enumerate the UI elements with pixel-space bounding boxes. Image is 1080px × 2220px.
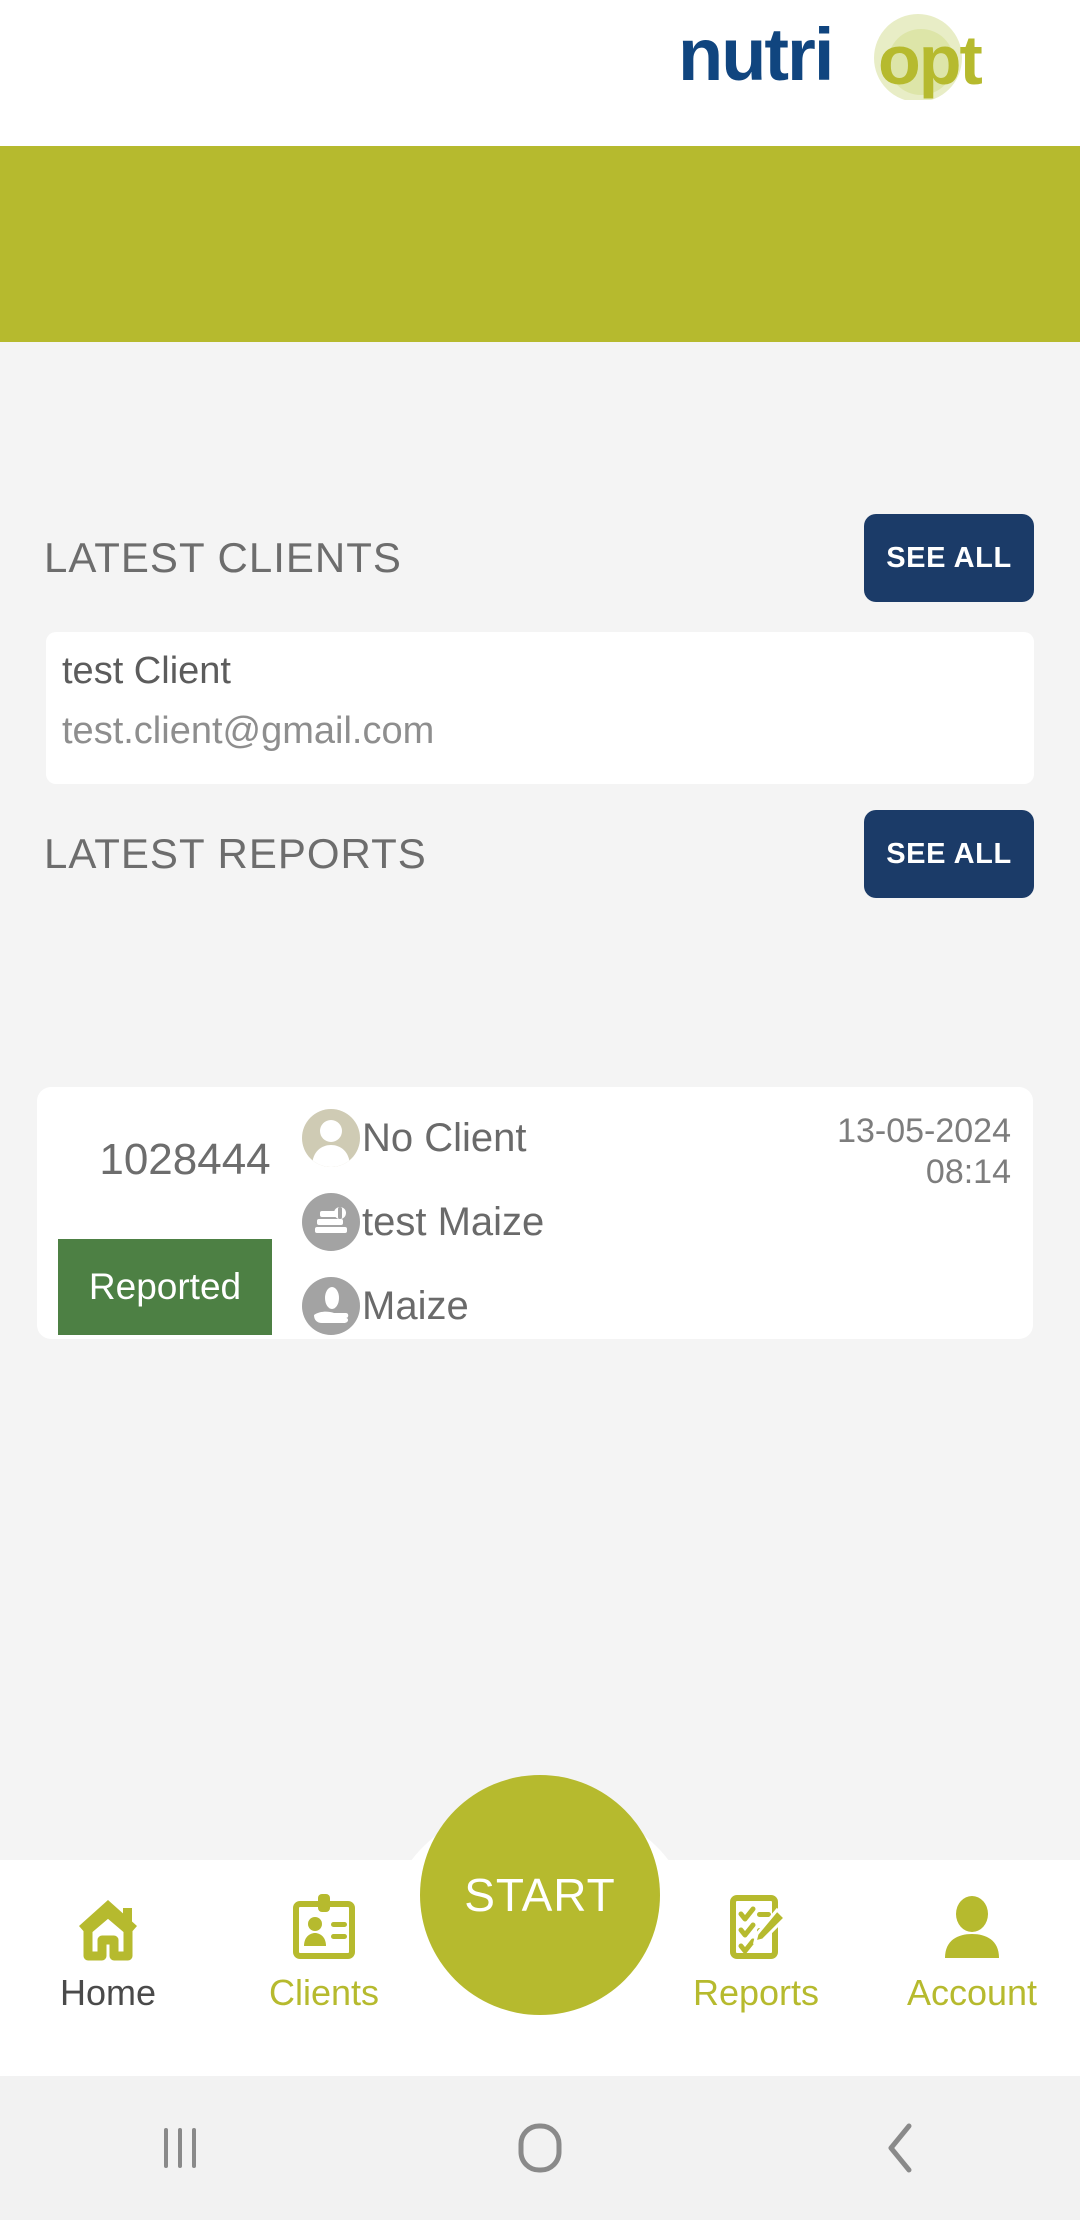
- report-crop-row: Maize: [302, 1264, 782, 1348]
- nav-label-account: Account: [906, 1972, 1038, 2013]
- nav-item-reports[interactable]: Reports: [648, 1890, 864, 2014]
- client-card[interactable]: test Client test.client@gmail.com: [46, 632, 1034, 784]
- nav-item-home[interactable]: Home: [0, 1890, 216, 2014]
- nav-label-clients: Clients: [268, 1972, 380, 2013]
- clipboard-pencil-icon: [719, 1890, 793, 1964]
- id-card-icon: [287, 1890, 361, 1964]
- report-client-name: No Client: [362, 1115, 527, 1160]
- system-navigation-bar: [0, 2076, 1080, 2220]
- recents-icon: [158, 2124, 202, 2172]
- client-email: test.client@gmail.com: [62, 710, 435, 752]
- clients-see-all-button[interactable]: SEE ALL: [864, 514, 1034, 602]
- report-id: 1028444: [99, 1135, 271, 1184]
- app-header: nutri opt: [0, 0, 1080, 146]
- nav-label-reports: Reports: [692, 1972, 820, 2013]
- recents-button[interactable]: [0, 2076, 360, 2220]
- back-button[interactable]: [720, 2076, 1080, 2220]
- home-button[interactable]: [360, 2076, 720, 2220]
- app-screen: nutri opt LATEST CLIENTS SEE ALL test Cl…: [0, 0, 1080, 2220]
- report-crop-name: Maize: [362, 1283, 469, 1328]
- brand-banner: [0, 146, 1080, 342]
- reports-see-all-button[interactable]: SEE ALL: [864, 810, 1034, 898]
- start-button[interactable]: START: [420, 1775, 660, 2015]
- svg-text:nutri: nutri: [678, 14, 832, 96]
- home-circle-icon: [517, 2122, 563, 2174]
- report-detail-rows: No Client test Maize Maize: [302, 1096, 782, 1348]
- nav-label-home: Home: [59, 1972, 157, 2013]
- latest-clients-header: LATEST CLIENTS SEE ALL: [0, 510, 1080, 606]
- nav-item-account[interactable]: Account: [864, 1890, 1080, 2014]
- nav-item-clients[interactable]: Clients: [216, 1890, 432, 2014]
- client-name: test Client: [62, 650, 231, 692]
- report-client-row: No Client: [302, 1096, 782, 1180]
- report-sample-row: test Maize: [302, 1180, 782, 1264]
- report-time-value: 08:14: [925, 1153, 1011, 1192]
- svg-text:opt: opt: [878, 21, 983, 99]
- latest-reports-header: LATEST REPORTS SEE ALL: [0, 806, 1080, 902]
- report-sample-name: test Maize: [362, 1199, 545, 1244]
- person-avatar-icon: [302, 1109, 360, 1167]
- sample-stack-icon: [302, 1193, 360, 1251]
- hand-seedling-icon: [302, 1277, 360, 1335]
- report-date-value: 13-05-2024: [837, 1112, 1011, 1150]
- person-icon: [935, 1890, 1009, 1964]
- back-chevron-icon: [883, 2122, 917, 2174]
- report-status-badge: Reported: [58, 1239, 272, 1335]
- home-icon: [71, 1890, 145, 1964]
- latest-clients-title: LATEST CLIENTS: [44, 534, 402, 581]
- report-card[interactable]: 1028444 Reported No Client test Maize Ma…: [37, 1087, 1033, 1339]
- nutriopt-logo: nutri opt: [678, 14, 1058, 100]
- latest-reports-title: LATEST REPORTS: [44, 830, 427, 877]
- report-timestamp: 13-05-2024 08:14: [837, 1111, 1011, 1194]
